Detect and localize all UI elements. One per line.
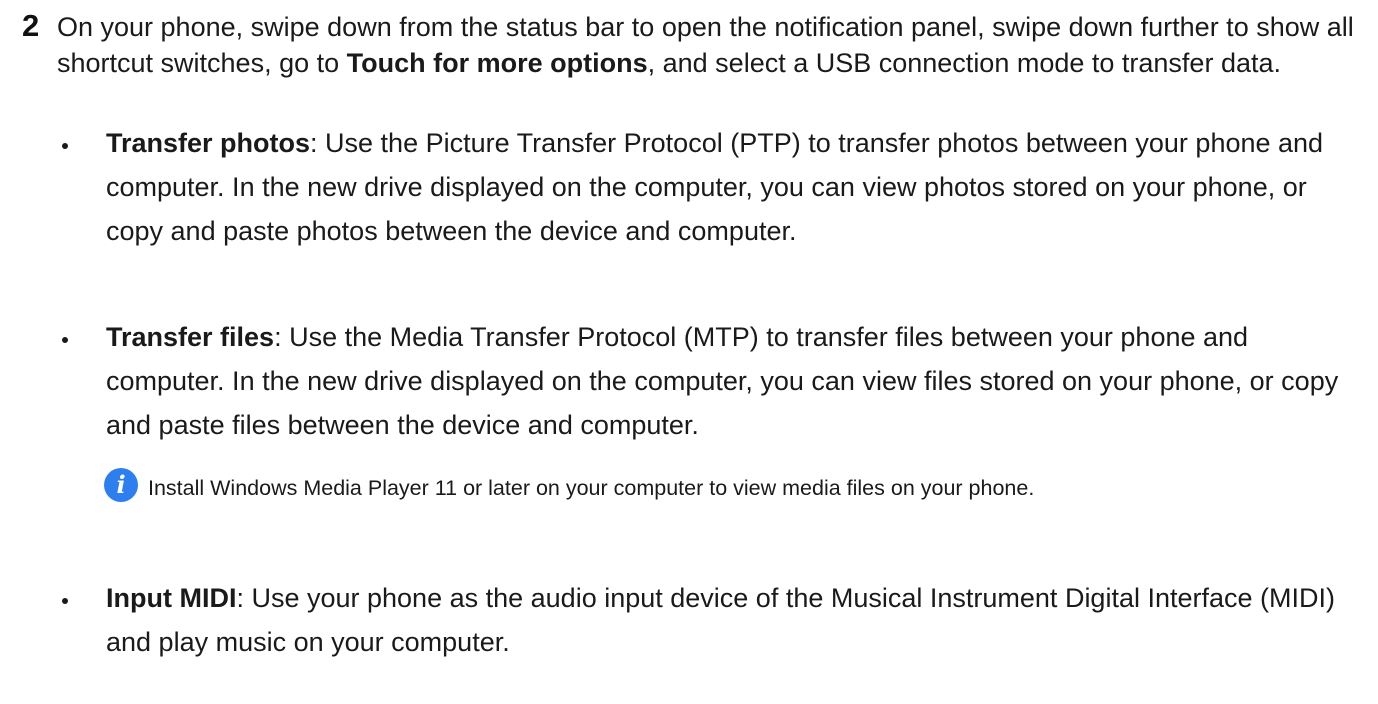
list-item-description: : Use the Media Transfer Protocol (MTP) … (106, 322, 1339, 440)
list-item-text: Input MIDI: Use your phone as the audio … (106, 576, 1368, 664)
list-item-text: Transfer files: Use the Media Transfer P… (106, 315, 1368, 447)
bullet-dot (62, 143, 68, 149)
list-item-text: Transfer photos: Use the Picture Transfe… (106, 121, 1368, 253)
bullet-dot (62, 337, 68, 343)
info-icon: i (104, 468, 138, 502)
step-number: 2 (22, 8, 40, 43)
list-item-term: Transfer files (106, 322, 275, 352)
step-instruction: On your phone, swipe down from the statu… (57, 9, 1357, 81)
bullet-dot (62, 598, 68, 604)
list-item-term: Input MIDI (106, 583, 237, 613)
list-item-term: Transfer photos (106, 128, 311, 158)
note-text: Install Windows Media Player 11 or later… (148, 476, 1035, 500)
step-text-after: , and select a USB connection mode to tr… (647, 48, 1281, 78)
touch-for-more-options-label: Touch for more options (346, 48, 648, 78)
list-item-description: : Use your phone as the audio input devi… (106, 583, 1336, 657)
